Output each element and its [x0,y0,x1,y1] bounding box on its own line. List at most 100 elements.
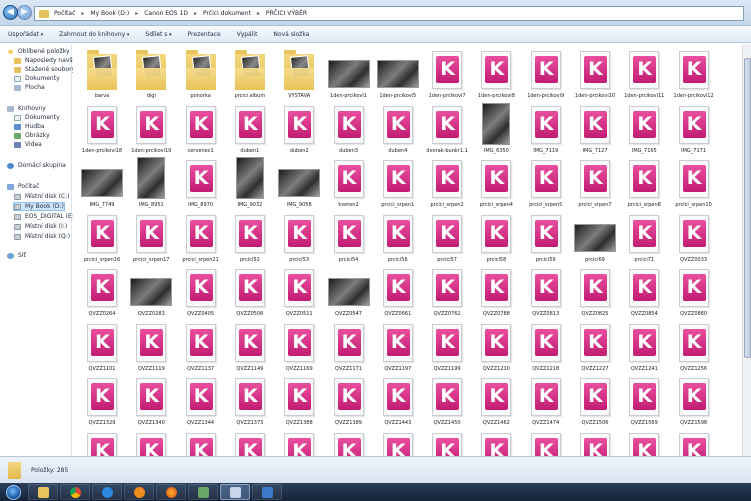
file-item[interactable]: K IMG_7171 [669,103,719,157]
slideshow-button[interactable]: Prezentace [188,31,221,38]
k-logo-icon: K [534,56,558,83]
file-k-icon: K [185,105,216,144]
document-icon [14,75,21,82]
back-button[interactable]: ◀ [3,5,18,20]
nav-favorites[interactable]: Oblíbené položky [7,48,70,55]
taskbar-app[interactable] [220,484,250,500]
taskbar-ie[interactable] [92,484,122,500]
k-logo-icon: K [633,165,657,192]
vertical-scrollbar[interactable] [742,44,751,456]
organize-button[interactable]: Uspořádat [8,31,43,38]
k-logo-icon: K [337,328,361,356]
file-item[interactable]: K [126,430,176,456]
media-player-icon [133,486,145,498]
k-logo-icon: K [436,165,460,192]
nav-drive-i[interactable]: Místní disk (I:) [14,223,67,230]
k-logo-icon: K [91,219,114,247]
nav-videos[interactable]: Videa [14,141,42,148]
file-item[interactable]: K [422,430,472,456]
nav-computer[interactable]: Počítač [7,183,39,190]
file-item[interactable]: K 1den-prcikovi12 [669,48,719,102]
scrollbar-thumb[interactable] [744,58,751,358]
k-logo-icon: K [91,110,114,138]
k-logo-icon: K [584,437,607,456]
file-k-icon: K [234,269,265,307]
file-item[interactable]: Kprcici_srpen10 [669,157,719,211]
new-folder-button[interactable]: Nová složka [273,31,309,38]
file-list[interactable]: barva digi ponorka prcici album VÝSTAVA 1den-… [73,44,751,456]
nav-documents-fav[interactable]: Dokumenty [14,75,60,82]
file-item[interactable]: K QVZZ0860 [669,266,719,320]
crumb-drive[interactable]: My Book (D:) [90,10,129,17]
burn-button[interactable]: Vypálit [237,31,258,38]
file-item[interactable]: K QVZZ1598 [669,375,719,429]
k-logo-icon: K [534,437,558,456]
file-item[interactable]: K [471,430,521,456]
file-k-icon: K [382,323,413,362]
k-logo-icon: K [682,328,706,356]
file-k-icon: K [234,214,265,253]
start-button[interactable] [0,483,26,501]
k-logo-icon: K [633,219,657,247]
taskbar-media-player[interactable] [124,484,154,500]
nav-drive-e[interactable]: EOS_DIGITAL (E:) [14,213,76,220]
file-k-icon: K [382,432,413,456]
file-item[interactable]: K [619,430,669,456]
file-item[interactable]: K [225,430,275,456]
taskbar-chrome[interactable] [60,484,90,500]
desktop-icon [14,84,21,91]
taskbar-app[interactable] [188,484,218,500]
k-logo-icon: K [534,219,558,247]
nav-libraries[interactable]: Knihovny [7,105,46,112]
item-label: QVZZ0033 [680,256,708,263]
crumb-canon[interactable]: Canon EOS 1D [144,10,188,17]
file-k-icon: K [234,378,265,416]
nav-music[interactable]: Hudba [14,123,45,130]
nav-pictures[interactable]: Obrázky [14,132,50,139]
windows-orb-icon [5,484,21,500]
file-item[interactable]: K [77,430,127,456]
breadcrumb[interactable]: Počítač ▸ My Book (D:) ▸ Canon EOS 1D ▸ Prč… [34,6,744,21]
file-k-icon: K [333,160,364,198]
nav-network[interactable]: Síť [7,252,26,259]
file-k-icon: K [629,160,660,198]
crumb-document[interactable]: Prčici dokument [203,10,251,17]
crumb-current[interactable]: PRČICI VÝBĚR [266,10,307,17]
file-k-icon: K [333,378,364,416]
crumb-separator: ▸ [193,10,197,17]
file-item[interactable]: K [324,430,374,456]
include-in-library-button[interactable]: Zahrnout do knihovny [59,31,129,38]
taskbar-explorer[interactable] [28,484,58,500]
taskbar-app[interactable] [252,484,282,500]
file-item[interactable]: K [373,430,423,456]
nav-homegroup[interactable]: Domácí skupina [7,162,66,169]
file-k-icon: K [629,105,660,144]
nav-drive-c[interactable]: Místní disk (C:) [14,193,70,200]
nav-desktop[interactable]: Plocha [14,84,45,91]
forward-button[interactable]: ▶ [17,5,32,20]
file-item[interactable]: K [570,430,620,456]
k-logo-icon: K [485,165,509,192]
file-item[interactable]: K QVZZ1256 [669,321,719,375]
nav-downloads[interactable]: Stažené soubory [14,66,75,73]
k-logo-icon: K [189,219,213,247]
share-with-button[interactable]: Sdílet s [145,31,171,38]
nav-documents[interactable]: Dokumenty [14,114,60,121]
folder-icon [284,50,315,90]
k-logo-icon: K [288,274,312,301]
crumb-computer[interactable]: Počítač [54,10,75,17]
nav-drive-d[interactable]: My Book (D:) [13,202,65,211]
file-item[interactable]: K [274,430,324,456]
k-logo-icon: K [534,165,558,192]
taskbar-firefox[interactable] [156,484,186,500]
file-item[interactable]: K QVZZ0033 [669,212,719,266]
file-item[interactable]: K [176,430,226,456]
photo-thumbnail [574,223,616,252]
nav-drive-q[interactable]: Místní disk (Q:) [14,233,70,240]
file-k-icon: K [629,214,660,253]
file-item[interactable]: K [669,430,719,456]
file-item[interactable]: K [521,430,571,456]
file-k-icon: K [580,51,610,89]
file-k-icon: K [432,214,463,253]
file-k-icon: K [382,160,413,198]
